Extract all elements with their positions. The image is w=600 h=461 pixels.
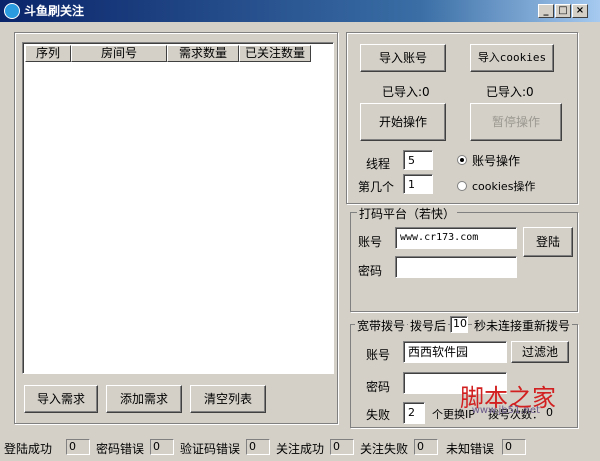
column-header-room[interactable]: 房间号 [71, 45, 167, 62]
login-button[interactable]: 登陆 [523, 227, 573, 257]
radio-cookies-label: cookies操作 [472, 180, 536, 193]
radio-account-mode[interactable] [457, 155, 467, 165]
column-header-demand[interactable]: 需求数量 [167, 45, 239, 62]
import-cookies-button[interactable]: 导入cookies [470, 44, 554, 72]
status-password-error-value: 0 [150, 439, 174, 455]
status-follow-fail-label: 关注失败 [360, 442, 409, 456]
filter-pool-button[interactable]: 过滤池 [511, 341, 569, 363]
thread-label: 线程 [366, 157, 391, 171]
title-bar: 斗鱼刷关注 _ □ × [0, 0, 600, 22]
import-account-button[interactable]: 导入账号 [360, 44, 446, 72]
app-icon [4, 3, 20, 19]
close-button[interactable]: × [572, 4, 588, 18]
captcha-account-label: 账号 [358, 235, 383, 249]
start-button[interactable]: 开始操作 [360, 103, 446, 141]
fail-label: 失败 [366, 408, 391, 422]
index-label: 第几个 [358, 180, 395, 194]
thread-input[interactable]: 5 [403, 150, 433, 170]
pause-button[interactable]: 暂停操作 [470, 103, 562, 141]
broadband-account-input[interactable]: 西西软件园 [403, 341, 507, 363]
status-captcha-error-value: 0 [246, 439, 270, 455]
column-header-index[interactable]: 序列 [25, 45, 71, 62]
dial-prefix-label: 拨号后 [408, 317, 449, 334]
dial-seconds-input[interactable]: 10 [450, 316, 468, 333]
column-header-followed[interactable]: 已关注数量 [239, 45, 311, 62]
imported-cookies-count: 已导入:0 [486, 85, 534, 99]
status-unknown-error-label: 未知错误 [446, 442, 495, 456]
status-follow-success-value: 0 [330, 439, 354, 455]
captcha-group-title: 打码平台（若快） [357, 205, 458, 222]
status-captcha-error-label: 验证码错误 [180, 442, 241, 456]
broadband-account-label: 账号 [366, 348, 391, 362]
status-follow-fail-value: 0 [414, 439, 438, 455]
captcha-account-input[interactable]: www.cr173.com [395, 227, 517, 249]
window-title: 斗鱼刷关注 [24, 4, 85, 18]
status-bar: 登陆成功 0 密码错误 0 验证码错误 0 关注成功 0 关注失败 0 未知错误… [0, 436, 600, 461]
clear-list-button[interactable]: 清空列表 [190, 385, 266, 413]
status-unknown-error-value: 0 [502, 439, 526, 455]
status-follow-success-label: 关注成功 [276, 442, 325, 456]
captcha-password-label: 密码 [358, 264, 383, 278]
maximize-button[interactable]: □ [555, 4, 571, 18]
fail-count-input[interactable]: 2 [403, 402, 425, 424]
watermark-url: www.jb51.net [471, 405, 540, 416]
imported-account-count: 已导入:0 [382, 85, 430, 99]
import-demand-button[interactable]: 导入需求 [24, 385, 98, 413]
demand-list[interactable]: 序列 房间号 需求数量 已关注数量 [22, 42, 334, 374]
broadband-password-label: 密码 [366, 380, 391, 394]
dial-suffix-label: 秒未连接重新拨号 [472, 317, 573, 334]
radio-account-label: 账号操作 [472, 154, 521, 168]
broadband-group-title: 宽带拨号 [355, 317, 408, 334]
index-input[interactable]: 1 [403, 174, 433, 194]
radio-cookies-mode[interactable] [457, 181, 467, 191]
status-login-success-label: 登陆成功 [4, 442, 53, 456]
minimize-button[interactable]: _ [538, 4, 554, 18]
add-demand-button[interactable]: 添加需求 [106, 385, 182, 413]
captcha-password-input[interactable] [395, 256, 517, 278]
status-password-error-label: 密码错误 [96, 442, 145, 456]
status-login-success-value: 0 [66, 439, 90, 455]
